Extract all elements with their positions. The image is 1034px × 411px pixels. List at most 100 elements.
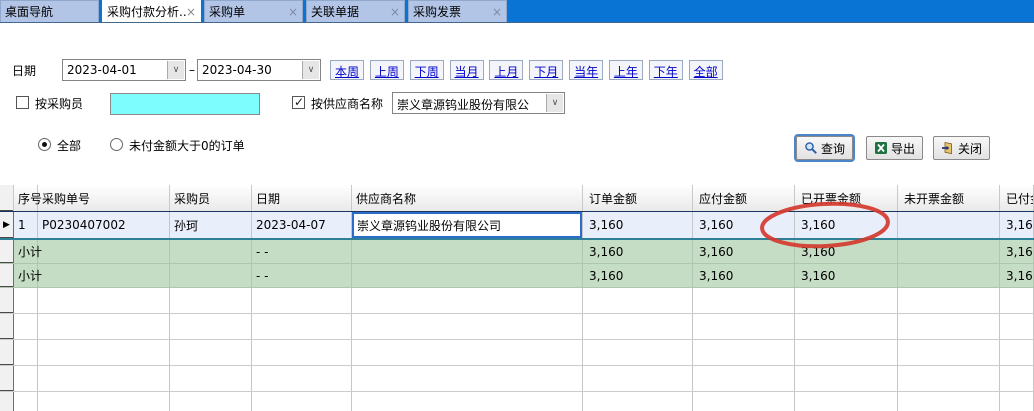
quick-range-last-year[interactable]: 上年 — [609, 60, 643, 80]
close-button[interactable]: 关闭 — [933, 136, 990, 160]
quick-range-this-week[interactable]: 本周 — [330, 60, 364, 80]
cell-seq[interactable]: 1 — [14, 212, 38, 238]
header-row: 序号 采购单号 采购员 日期 供应商名称 订单金额 应付金额 已开票金额 未开票… — [0, 185, 1034, 211]
by-buyer-checkbox[interactable] — [16, 96, 29, 109]
empty-cell — [170, 288, 252, 313]
exit-door-icon — [941, 141, 955, 155]
supplier-select-value: 崇义章源钨业股份有限公 — [393, 93, 564, 116]
quick-range-last-week[interactable]: 上周 — [370, 60, 404, 80]
chevron-down-icon[interactable]: ∨ — [167, 61, 184, 79]
close-icon[interactable]: × — [390, 6, 400, 18]
date-from-select[interactable]: 2023-04-01 ∨ — [62, 59, 186, 81]
subtotal-row[interactable]: 小计 - - 3,160 3,160 3,160 3,160 — [0, 264, 1034, 288]
query-button[interactable]: 查询 — [796, 136, 853, 160]
empty-cell — [38, 340, 170, 365]
empty-cell — [0, 366, 14, 391]
date-label: 日期 — [12, 63, 36, 79]
radio-all-orders[interactable] — [38, 138, 51, 151]
empty-cell — [795, 392, 898, 411]
empty-cell — [14, 392, 38, 411]
cell-buyer[interactable]: 孙珂 — [170, 212, 252, 238]
cell-order-amount: 3,160 — [583, 264, 693, 287]
quick-range-all[interactable]: 全部 — [689, 60, 723, 80]
cell-supplier[interactable]: 崇义章源钨业股份有限公司 — [352, 212, 583, 238]
quick-range-next-month[interactable]: 下月 — [529, 60, 563, 80]
tab-label: 关联单据 — [311, 3, 359, 20]
cell-po-number[interactable]: P0230407002 — [38, 212, 170, 238]
cell-payable-amount[interactable]: 3,160 — [693, 212, 795, 238]
column-header-order-amount[interactable]: 订单金额 — [583, 185, 693, 211]
tab-purchase-order[interactable]: 采购单 × — [204, 0, 303, 22]
empty-cell — [352, 340, 583, 365]
empty-cell — [352, 392, 583, 411]
empty-rows-region — [0, 288, 1034, 411]
cell-paid-amount[interactable]: 3,160 — [1000, 212, 1034, 238]
cell-order-amount[interactable]: 3,160 — [583, 212, 693, 238]
empty-cell — [1000, 392, 1034, 411]
empty-cell — [693, 366, 795, 391]
empty-cell — [795, 288, 898, 313]
cell-date[interactable]: 2023-04-07 — [252, 212, 352, 238]
close-icon[interactable]: × — [186, 6, 196, 18]
row-header-corner — [0, 185, 14, 211]
column-header-buyer[interactable]: 采购员 — [170, 185, 252, 211]
column-header-po-number[interactable]: 采购单号 — [38, 185, 170, 211]
empty-row — [0, 366, 1034, 392]
tab-desktop-nav[interactable]: 桌面导航 — [0, 0, 99, 22]
subtotal-row[interactable]: 小计 - - 3,160 3,160 3,160 3,160 — [0, 240, 1034, 264]
column-header-supplier[interactable]: 供应商名称 — [352, 185, 583, 211]
quick-range-this-year[interactable]: 当年 — [569, 60, 603, 80]
query-button-label: 查询 — [821, 140, 845, 157]
empty-cell — [1000, 288, 1034, 313]
empty-cell — [170, 340, 252, 365]
date-to-select[interactable]: 2023-04-30 ∨ — [197, 59, 321, 81]
tab-label: 桌面导航 — [5, 3, 53, 20]
empty-cell — [583, 314, 693, 339]
empty-cell — [170, 314, 252, 339]
empty-cell — [252, 392, 352, 411]
empty-cell — [38, 314, 170, 339]
column-header-invoiced-amount[interactable]: 已开票金额 — [795, 185, 898, 211]
cell-invoiced-amount: 3,160 — [795, 264, 898, 287]
chevron-down-icon[interactable]: ∨ — [302, 61, 319, 79]
column-header-paid-amount[interactable]: 已付金 — [1000, 185, 1034, 211]
cell-date: - - — [252, 264, 352, 287]
cell-order-amount: 3,160 — [583, 240, 693, 263]
chevron-down-icon[interactable]: ∨ — [546, 94, 563, 112]
quick-range-this-month[interactable]: 当月 — [450, 60, 484, 80]
empty-cell — [252, 366, 352, 391]
quick-range-next-year[interactable]: 下年 — [649, 60, 683, 80]
buyer-input[interactable] — [110, 93, 260, 115]
close-icon[interactable]: × — [492, 6, 502, 18]
export-button[interactable]: 导出 — [866, 136, 923, 160]
cell-payable-amount: 3,160 — [693, 264, 795, 287]
cell-uninvoiced-amount[interactable] — [898, 212, 1000, 238]
cell-uninvoiced-amount — [898, 240, 1000, 263]
cell-supplier — [352, 240, 583, 263]
tab-purchase-payment-analysis[interactable]: 采购付款分析.. × — [102, 0, 201, 22]
radio-unpaid-orders[interactable] — [110, 138, 123, 151]
tab-purchase-invoice[interactable]: 采购发票 × — [408, 0, 507, 22]
quick-range-next-week[interactable]: 下周 — [410, 60, 444, 80]
empty-cell — [795, 314, 898, 339]
column-header-date[interactable]: 日期 — [252, 185, 352, 211]
column-header-seq[interactable]: 序号 — [14, 185, 38, 211]
supplier-cell-editor[interactable]: 崇义章源钨业股份有限公司 — [352, 212, 582, 238]
tab-related-documents[interactable]: 关联单据 × — [306, 0, 405, 22]
supplier-select[interactable]: 崇义章源钨业股份有限公 ∨ — [392, 92, 565, 114]
by-supplier-checkbox[interactable] — [292, 96, 305, 109]
cell-subtotal-label: 小计 — [14, 264, 38, 287]
empty-cell — [14, 288, 38, 313]
close-icon[interactable]: × — [288, 6, 298, 18]
quick-range-last-month[interactable]: 上月 — [489, 60, 523, 80]
export-button-label: 导出 — [891, 140, 915, 157]
cell-invoiced-amount[interactable]: 3,160 — [795, 212, 898, 238]
empty-cell — [1000, 314, 1034, 339]
empty-cell — [898, 340, 1000, 365]
quick-range-group: 本周 上周 下周 当月 上月 下月 当年 上年 下年 全部 — [330, 60, 725, 80]
cell-po-number — [38, 240, 170, 263]
tab-label: 采购发票 — [413, 3, 461, 20]
column-header-payable-amount[interactable]: 应付金额 — [693, 185, 795, 211]
table-row-selected[interactable]: ▶ 1 P0230407002 孙珂 2023-04-07 崇义章源钨业股份有限… — [0, 211, 1034, 240]
column-header-uninvoiced-amount[interactable]: 未开票金额 — [898, 185, 1000, 211]
